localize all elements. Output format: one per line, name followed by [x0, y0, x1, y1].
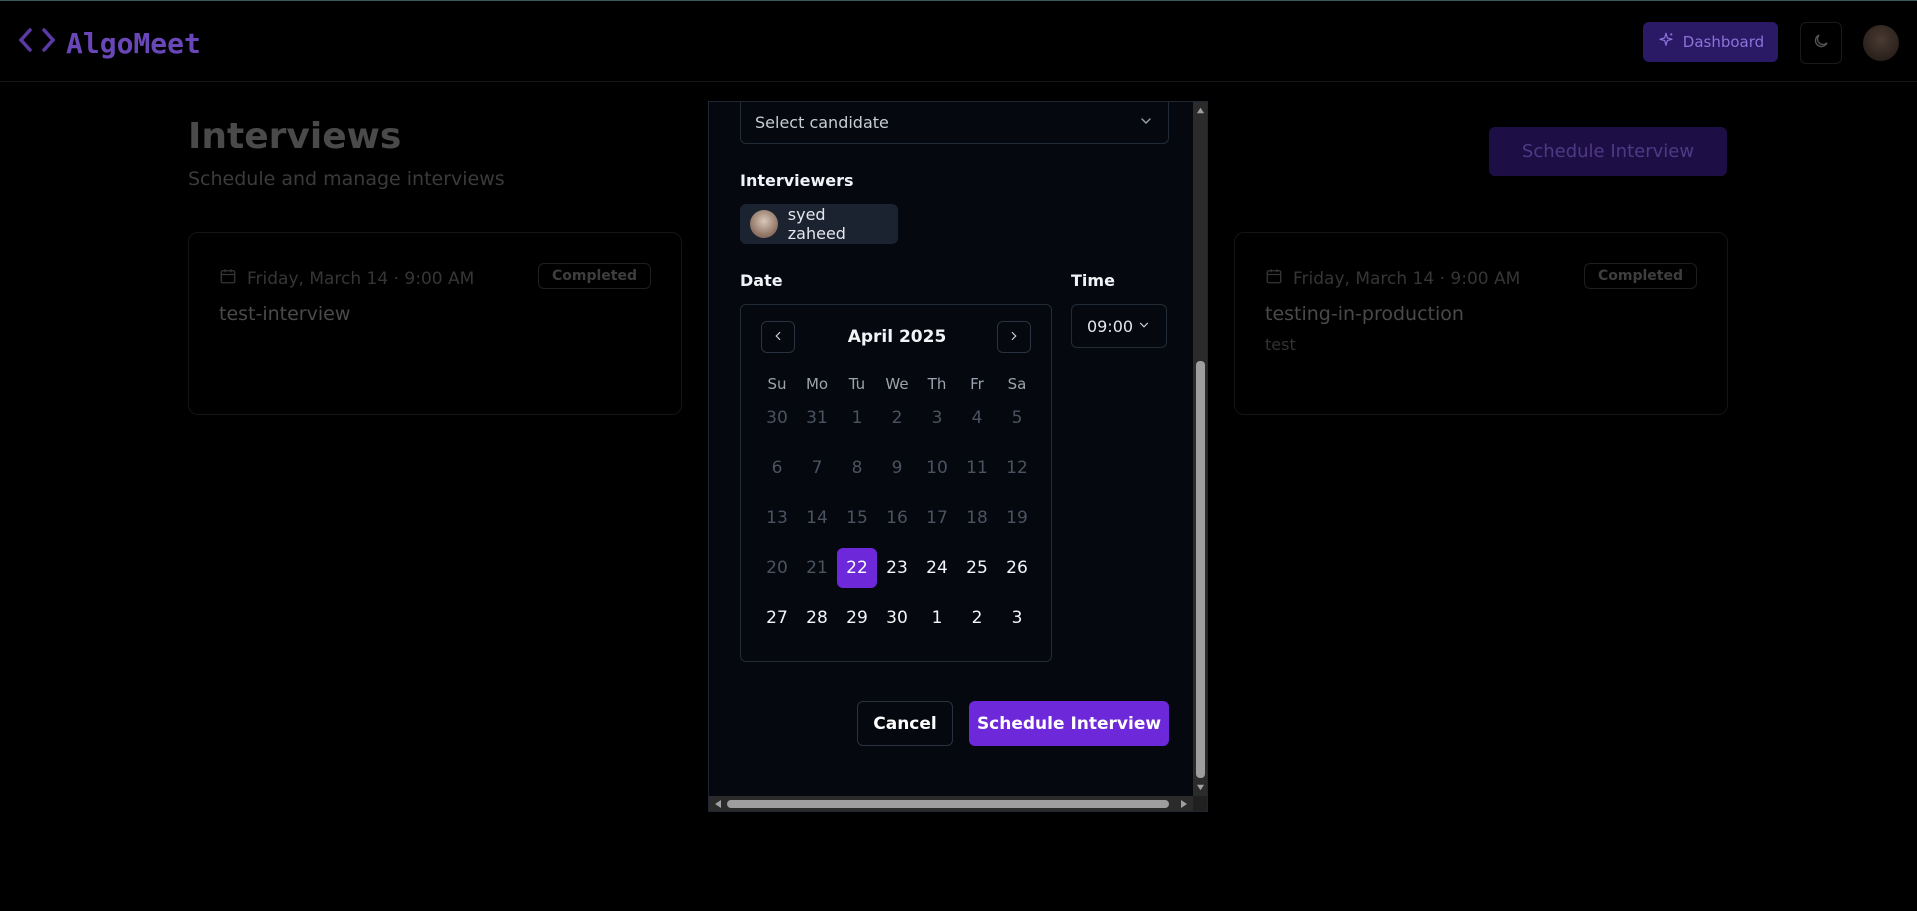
brand-name: AlgoMeet	[66, 27, 201, 60]
card-date: Friday, March 14 · 9:00 AM	[219, 267, 474, 290]
calendar-day: 4	[971, 408, 983, 428]
weekday-label: Mo	[805, 375, 829, 393]
calendar-day: 31	[806, 408, 828, 428]
calendar-day-grid: 30 31 1 2 3 4 5 6 7 8 9 10 11 12 13 14 15 16 17 18 19 20 21 22 2…	[757, 398, 1037, 648]
schedule-interview-submit-button[interactable]: Schedule Interview	[969, 701, 1169, 746]
schedule-interview-dialog: Select candidate Interviewers syed zahee…	[708, 101, 1208, 812]
calendar-day: 8	[851, 458, 863, 478]
status-badge: Completed	[1583, 263, 1697, 289]
calendar-day[interactable]: 28	[797, 598, 837, 638]
scroll-up-arrow-icon[interactable]	[1196, 106, 1205, 115]
calendar-day: 13	[766, 508, 788, 528]
calendar-day: 5	[1011, 408, 1023, 428]
sparkles-icon	[1657, 31, 1675, 53]
calendar-day[interactable]: 29	[837, 598, 877, 638]
weekday-label: Su	[767, 375, 787, 393]
card-title: testing-in-production	[1265, 303, 1464, 325]
calendar-day: 3	[931, 408, 943, 428]
scroll-left-arrow-icon[interactable]	[713, 799, 723, 809]
brand-logo[interactable]: AlgoMeet	[18, 25, 201, 62]
calendar-day[interactable]: 26	[997, 548, 1037, 588]
calendar-day: 15	[846, 508, 868, 528]
calendar-day: 19	[1006, 508, 1028, 528]
vertical-scroll-thumb[interactable]	[1196, 361, 1205, 778]
calendar-day: 1	[851, 408, 863, 428]
weekday-label: Th	[927, 375, 947, 393]
interviewer-chip[interactable]: syed zaheed	[740, 204, 898, 244]
calendar-day[interactable]: 24	[917, 548, 957, 588]
weekday-label: We	[885, 375, 909, 393]
horizontal-scrollbar[interactable]	[709, 796, 1193, 811]
navbar: AlgoMeet Dashboard	[0, 1, 1917, 82]
interviewer-name: syed zaheed	[787, 205, 846, 243]
calendar-day: 20	[766, 558, 788, 578]
interview-card[interactable]: Friday, March 14 · 9:00 AM Completed tes…	[1234, 232, 1728, 415]
candidate-select-placeholder: Select candidate	[755, 113, 889, 132]
calendar-day[interactable]: 25	[957, 548, 997, 588]
weekday-header: Su Mo Tu We Th Fr Sa	[757, 375, 1037, 393]
theme-toggle-button[interactable]	[1800, 22, 1842, 64]
chevron-right-icon	[1007, 328, 1021, 347]
calendar-day[interactable]: 23	[877, 548, 917, 588]
code-brackets-icon	[18, 25, 56, 62]
calendar-day: 12	[1006, 458, 1028, 478]
scrollbar-corner	[1193, 796, 1207, 811]
scroll-down-arrow-icon[interactable]	[1196, 783, 1205, 792]
chevron-down-icon	[1138, 113, 1154, 133]
calendar-day: 2	[891, 408, 903, 428]
dashboard-label: Dashboard	[1682, 33, 1765, 51]
calendar-day[interactable]: 1	[917, 598, 957, 638]
horizontal-scroll-thumb[interactable]	[727, 800, 1169, 808]
card-date-text: Friday, March 14 · 9:00 AM	[247, 268, 475, 289]
avatar	[750, 210, 778, 238]
card-title: test-interview	[219, 303, 351, 325]
status-badge: Completed	[537, 263, 651, 289]
weekday-label: Fr	[970, 375, 984, 393]
calendar-day: 17	[926, 508, 948, 528]
time-value: 09:00	[1086, 316, 1134, 336]
card-description: test	[1265, 335, 1296, 354]
time-label: Time	[1071, 271, 1115, 290]
page-subtitle: Schedule and manage interviews	[188, 168, 505, 190]
calendar-day[interactable]: 3	[997, 598, 1037, 638]
calendar-icon	[1265, 267, 1283, 290]
interviewers-label: Interviewers	[740, 171, 854, 190]
user-avatar[interactable]	[1863, 25, 1899, 61]
cancel-button[interactable]: Cancel	[857, 701, 953, 746]
time-select[interactable]: 09:00	[1071, 304, 1167, 348]
dialog-content: Select candidate Interviewers syed zahee…	[709, 102, 1193, 796]
card-date: Friday, March 14 · 9:00 AM	[1265, 267, 1520, 290]
calendar-day: 9	[891, 458, 903, 478]
calendar-day: 6	[771, 458, 783, 478]
page-title: Interviews	[188, 116, 402, 157]
scroll-right-arrow-icon[interactable]	[1179, 799, 1189, 809]
calendar-icon	[219, 267, 237, 290]
interview-card[interactable]: Friday, March 14 · 9:00 AM Completed tes…	[188, 232, 682, 415]
card-date-text: Friday, March 14 · 9:00 AM	[1293, 268, 1521, 289]
dashboard-button[interactable]: Dashboard	[1643, 22, 1778, 62]
calendar-day: 7	[811, 458, 823, 478]
calendar-day: 16	[886, 508, 908, 528]
weekday-label: Sa	[1007, 375, 1027, 393]
chevron-down-icon	[1137, 317, 1151, 336]
calendar-day: 14	[806, 508, 828, 528]
calendar-day: 21	[806, 558, 828, 578]
date-label: Date	[740, 271, 783, 290]
calendar-day[interactable]: 27	[757, 598, 797, 638]
schedule-interview-button[interactable]: Schedule Interview	[1489, 127, 1727, 176]
vertical-scrollbar[interactable]	[1193, 102, 1207, 796]
moon-icon	[1812, 32, 1830, 54]
calendar-day[interactable]: 30	[877, 598, 917, 638]
next-month-button[interactable]	[997, 321, 1031, 353]
calendar-day-selected[interactable]: 22	[837, 548, 877, 588]
candidate-select[interactable]: Select candidate	[740, 102, 1169, 144]
calendar-day: 30	[766, 408, 788, 428]
calendar-day[interactable]: 2	[957, 598, 997, 638]
weekday-label: Tu	[848, 375, 866, 393]
calendar-day: 10	[926, 458, 948, 478]
calendar-day: 11	[966, 458, 988, 478]
calendar-day: 18	[966, 508, 988, 528]
date-picker: April 2025 Su Mo Tu We Th Fr Sa 30 31 1 2 3 4…	[740, 304, 1052, 662]
